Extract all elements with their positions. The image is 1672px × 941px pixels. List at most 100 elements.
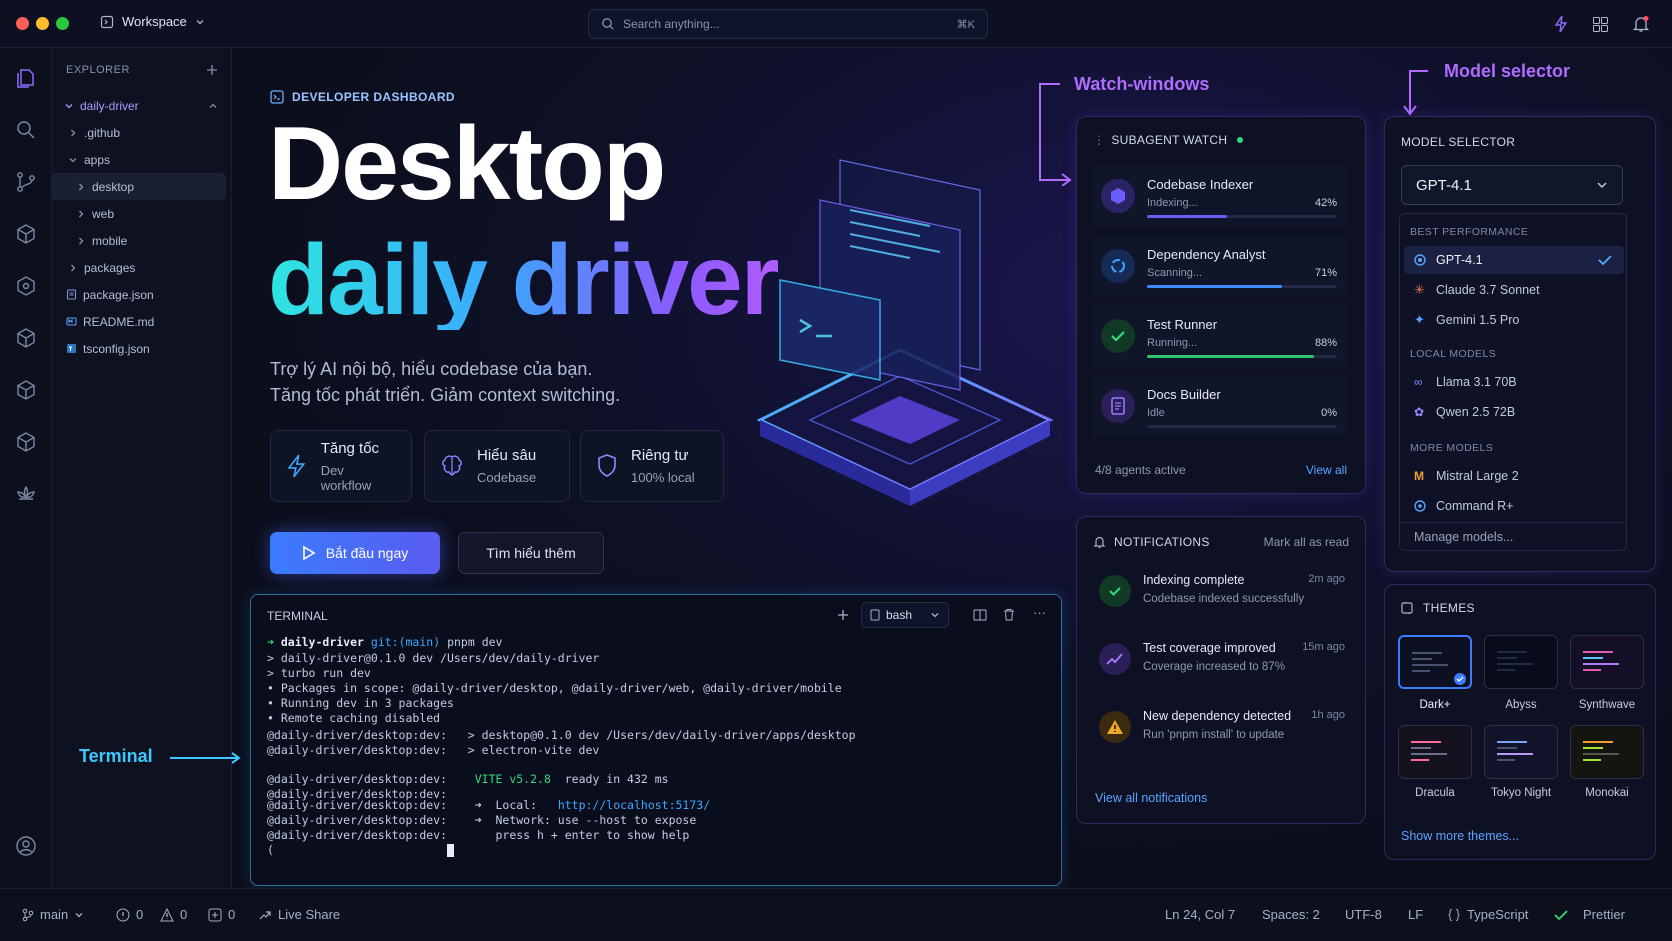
account-icon[interactable]	[14, 834, 38, 858]
close-window-button[interactable]	[16, 17, 29, 30]
theme-label: Abyss	[1505, 699, 1537, 711]
tree-item-web[interactable]: web	[52, 200, 232, 227]
search-icon[interactable]	[14, 118, 38, 142]
info-indicator[interactable]: 0	[208, 907, 235, 922]
workspace-switcher[interactable]: Workspace	[100, 14, 205, 29]
lightning-icon[interactable]	[1550, 13, 1572, 35]
model-option-gpt[interactable]: GPT-4.1	[1404, 246, 1624, 274]
tree-item-github[interactable]: .github	[52, 119, 232, 146]
new-file-icon[interactable]	[206, 64, 218, 76]
lotus-icon[interactable]	[14, 482, 38, 506]
cursor-position[interactable]: Ln 24, Col 7	[1165, 907, 1235, 922]
tree-item-apps[interactable]: apps	[52, 146, 232, 173]
theme-dracula[interactable]	[1398, 725, 1472, 779]
dashboard-label: DEVELOPER DASHBOARD	[270, 90, 455, 104]
extensions-icon[interactable]	[14, 430, 38, 454]
theme-tokyo-night[interactable]	[1484, 725, 1558, 779]
layout-grid-icon[interactable]	[1589, 13, 1611, 35]
model-option-claude[interactable]: ✳ Claude 3.7 Sonnet	[1404, 276, 1624, 304]
line-ending[interactable]: LF	[1408, 907, 1423, 922]
live-share-button[interactable]: Live Share	[258, 907, 340, 922]
theme-dark-plus[interactable]	[1398, 635, 1472, 689]
agent-card[interactable]: Codebase Indexer Indexing... 42%	[1091, 165, 1347, 227]
minimize-window-button[interactable]	[36, 17, 49, 30]
qwen-icon: ✿	[1414, 405, 1425, 419]
vite-ready: ready in 432 ms	[564, 772, 669, 786]
indentation[interactable]: Spaces: 2	[1262, 907, 1320, 922]
chevron-up-icon[interactable]	[208, 101, 218, 111]
more-icon[interactable]: ···	[1033, 605, 1046, 620]
drag-handle-icon[interactable]: ⋮	[1093, 133, 1105, 147]
model-option-qwen[interactable]: ✿ Qwen 2.5 72B	[1404, 398, 1624, 426]
language-mode[interactable]: TypeScript	[1447, 907, 1528, 922]
notification-item[interactable]: Test coverage improved Coverage increase…	[1091, 631, 1347, 693]
agent-card[interactable]: Dependency Analyst Scanning... 71%	[1091, 235, 1347, 297]
search-input[interactable]: Search anything... ⌘K	[588, 9, 988, 39]
box-icon[interactable]	[14, 378, 38, 402]
hexagon-icon[interactable]	[14, 274, 38, 298]
tree-item-packages[interactable]: packages	[52, 254, 232, 281]
chevron-right-icon	[79, 237, 84, 244]
tree-item-label: desktop	[92, 179, 135, 194]
feature-card-speed[interactable]: Tăng tốc Dev workflow	[270, 430, 412, 502]
agent-progress-track	[1147, 355, 1337, 358]
search-placeholder: Search anything...	[623, 17, 720, 31]
notification-item[interactable]: New dependency detected Run 'pnpm instal…	[1091, 699, 1347, 761]
tree-item-readme[interactable]: README.md	[52, 308, 232, 335]
model-option-llama[interactable]: ∞ Llama 3.1 70B	[1404, 368, 1624, 396]
warnings-indicator[interactable]: 0	[160, 907, 187, 922]
model-option-gemini[interactable]: ✦ Gemini 1.5 Pro	[1404, 306, 1624, 334]
notification-item[interactable]: Indexing complete Codebase indexed succe…	[1091, 563, 1347, 625]
source-control-icon[interactable]	[14, 170, 38, 194]
tree-item-mobile[interactable]: mobile	[52, 227, 232, 254]
theme-monokai[interactable]	[1570, 725, 1644, 779]
network-line: ➜ Network: use --host to expose	[474, 813, 697, 827]
plus-icon[interactable]	[837, 609, 849, 621]
feature-card-deep[interactable]: Hiểu sâu Codebase	[424, 430, 570, 502]
themes-header: THEMES	[1401, 601, 1475, 615]
trash-icon[interactable]	[1003, 608, 1015, 621]
local-url-link[interactable]: http://localhost:5173/	[558, 798, 710, 812]
show-more-themes-link[interactable]: Show more themes...	[1401, 829, 1519, 843]
tree-item-desktop[interactable]: desktop	[52, 173, 226, 200]
theme-synthwave[interactable]	[1570, 635, 1644, 689]
model-select-dropdown[interactable]: GPT-4.1	[1401, 165, 1623, 205]
docs-icon	[1101, 389, 1135, 423]
theme-label: Tokyo Night	[1490, 787, 1552, 799]
feature-card-private[interactable]: Riêng tư 100% local	[580, 430, 724, 502]
terminal-panel[interactable]: TERMINAL bash ··· ➜ daily-driver git:(ma…	[250, 594, 1062, 886]
model-option-label: Command R+	[1436, 499, 1514, 513]
manage-models-link[interactable]: Manage models...	[1414, 530, 1513, 544]
feature-sub: Codebase	[477, 470, 537, 485]
files-icon[interactable]	[14, 66, 38, 90]
view-all-notifications-link[interactable]: View all notifications	[1095, 791, 1207, 805]
package-icon[interactable]	[14, 326, 38, 350]
branch-indicator[interactable]: main	[22, 907, 84, 922]
formatter-status[interactable]: Prettier	[1553, 907, 1625, 922]
errors-indicator[interactable]: 0	[116, 907, 143, 922]
start-now-button[interactable]: Bắt đầu ngay	[270, 532, 440, 574]
tree-item-package-json[interactable]: package.json	[52, 281, 232, 308]
agent-card[interactable]: Docs Builder Idle 0%	[1091, 375, 1347, 437]
live-share-icon	[259, 910, 271, 919]
agent-card[interactable]: Test Runner Running... 88%	[1091, 305, 1347, 367]
maximize-window-button[interactable]	[56, 17, 69, 30]
cube-icon[interactable]	[14, 222, 38, 246]
tree-item-daily-driver[interactable]: daily-driver	[52, 92, 232, 119]
check-icon	[1554, 909, 1568, 920]
mark-all-read-link[interactable]: Mark all as read	[1264, 535, 1349, 549]
view-all-agents-link[interactable]: View all	[1306, 463, 1347, 477]
model-option-mistral[interactable]: M Mistral Large 2	[1404, 462, 1624, 490]
tree-item-tsconfig[interactable]: tsconfig.json	[52, 335, 232, 362]
hero-subtitle-line1: Trợ lý AI nội bộ, hiểu codebase của bạn.	[270, 359, 593, 379]
activity-bar	[0, 48, 52, 888]
bell-icon[interactable]	[1630, 13, 1652, 35]
vite-prefix: @daily-driver/desktop:dev:	[267, 798, 448, 812]
theme-abyss[interactable]	[1484, 635, 1558, 689]
split-icon[interactable]	[973, 609, 987, 621]
learn-more-button[interactable]: Tìm hiểu thêm	[458, 532, 604, 574]
mistral-icon: M	[1414, 469, 1424, 483]
model-option-command[interactable]: Command R+	[1404, 492, 1624, 520]
shell-select[interactable]: bash	[861, 602, 949, 628]
encoding[interactable]: UTF-8	[1345, 907, 1382, 922]
